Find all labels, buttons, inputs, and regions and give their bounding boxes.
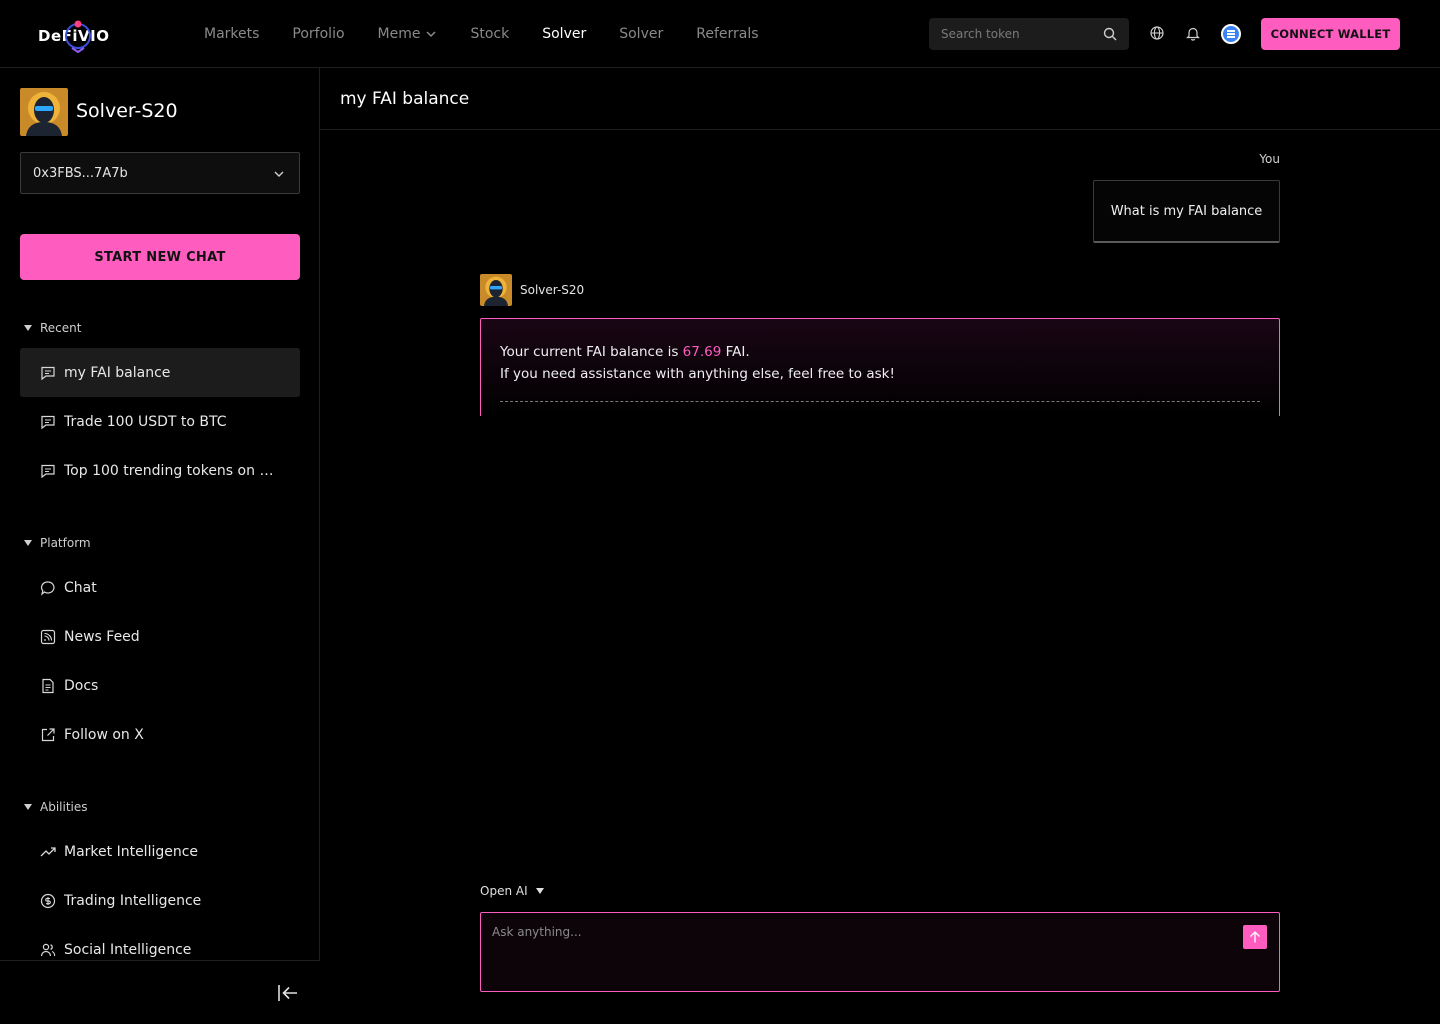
rss-icon (40, 629, 56, 644)
ability-item-market-intelligence[interactable]: Market Intelligence (20, 827, 300, 876)
platform-item-label: Follow on X (64, 726, 144, 743)
caret-down-icon (24, 540, 32, 546)
search-icon[interactable] (1103, 27, 1117, 41)
user-label: You (1259, 152, 1280, 166)
section-label: Abilities (40, 800, 88, 814)
users-icon (40, 943, 56, 956)
nav-solver[interactable]: Solver (542, 26, 586, 42)
logo-mark-icon (65, 20, 91, 54)
bot-avatar (480, 274, 512, 306)
send-button[interactable] (1243, 925, 1267, 949)
chat-icon (40, 580, 55, 596)
wallet-address: 0x3FBS...7A7b (33, 165, 128, 181)
top-nav-bar: DeFiVIO Markets Porfolio Meme Stock Solv… (0, 0, 1440, 68)
bot-message-line: Your current FAI balance is 67.69 FAI. (500, 341, 1260, 363)
platform-item-label: News Feed (64, 628, 140, 645)
recent-chat-item[interactable]: Trade 100 USDT to BTC (20, 397, 300, 446)
connect-wallet-button[interactable]: CONNECT WALLET (1261, 18, 1400, 50)
arrow-up-icon (1250, 931, 1260, 943)
caret-down-icon (535, 888, 544, 894)
platform-section-toggle[interactable]: Platform (24, 536, 91, 550)
document-icon (42, 678, 54, 693)
platform-item-label: Docs (64, 677, 99, 694)
nav-label: Porfolio (292, 26, 345, 42)
agent-name: Solver-S20 (76, 100, 178, 122)
brand-logo[interactable]: DeFiVIO (38, 18, 109, 54)
robot-avatar-icon (20, 88, 68, 136)
start-new-chat-button[interactable]: START NEW CHAT (20, 234, 300, 280)
message-divider (500, 401, 1260, 402)
platform-item-label: Chat (64, 579, 97, 596)
nav-portfolio[interactable]: Porfolio (292, 26, 344, 42)
section-label: Recent (40, 321, 82, 335)
nav-solver-2[interactable]: Solver (619, 26, 663, 42)
agent-avatar (20, 88, 68, 136)
chat-bubble-icon (41, 464, 55, 478)
bot-name: Solver-S20 (520, 283, 585, 297)
recent-chat-label: Top 100 trending tokens on solana (64, 462, 276, 479)
recent-chat-item[interactable]: Top 100 trending tokens on solana (20, 446, 300, 495)
wallet-address-select[interactable]: 0x3FBS...7A7b (20, 152, 300, 194)
chevron-down-icon (426, 31, 437, 38)
message-composer (480, 912, 1280, 992)
globe-icon[interactable] (1150, 26, 1164, 40)
platform-item-news-feed[interactable]: News Feed (20, 612, 300, 661)
chat-bubble-icon (41, 415, 55, 429)
ability-item-label: Trading Intelligence (64, 892, 202, 909)
abilities-section-toggle[interactable]: Abilities (24, 800, 88, 814)
section-label: Platform (40, 536, 91, 550)
user-message: What is my FAI balance (1093, 180, 1280, 243)
nav-label: Solver (542, 26, 587, 42)
platform-item-docs[interactable]: Docs (20, 661, 300, 710)
nav-label: Referrals (696, 26, 759, 42)
main-nav: Markets Porfolio Meme Stock Solver Solve… (204, 0, 792, 68)
search-input[interactable] (941, 18, 1091, 50)
nav-label: Stock (470, 26, 510, 42)
nav-stock[interactable]: Stock (470, 26, 509, 42)
bot-message: Your current FAI balance is 67.69 FAI. I… (480, 318, 1280, 416)
recent-chat-item[interactable]: my FAI balance (20, 348, 300, 397)
search-box (929, 18, 1129, 50)
ability-item-label: Social Intelligence (64, 941, 192, 958)
chat-header: my FAI balance (320, 68, 1440, 130)
chat-title: my FAI balance (340, 89, 470, 109)
dollar-circle-icon (40, 893, 56, 908)
recent-chat-label: Trade 100 USDT to BTC (64, 413, 227, 430)
nav-markets[interactable]: Markets (204, 26, 259, 42)
bot-text: Your current FAI balance is (500, 344, 683, 360)
platform-item-chat[interactable]: Chat (20, 563, 300, 612)
ability-item-label: Market Intelligence (64, 843, 199, 860)
nav-label: Meme (377, 26, 421, 42)
model-label: Open AI (480, 884, 528, 898)
nav-referrals[interactable]: Referrals (696, 26, 758, 42)
caret-down-icon (24, 325, 32, 331)
message-input[interactable] (492, 925, 1222, 981)
bell-icon[interactable] (1186, 26, 1200, 41)
chat-bubble-icon (41, 366, 55, 380)
recent-chat-label: my FAI balance (64, 364, 171, 381)
external-link-icon (41, 727, 55, 741)
nav-label: Markets (204, 26, 260, 42)
account-avatar-icon[interactable] (1221, 24, 1241, 44)
recent-section-toggle[interactable]: Recent (24, 321, 81, 335)
robot-avatar-icon (480, 274, 512, 306)
bot-message-line: If you need assistance with anything els… (500, 366, 895, 382)
ability-item-trading-intelligence[interactable]: Trading Intelligence (20, 876, 300, 925)
caret-down-icon (24, 804, 32, 810)
trending-up-icon (40, 846, 56, 856)
sidebar: Solver-S20 0x3FBS...7A7b START NEW CHAT … (0, 68, 320, 1024)
balance-value: 67.69 (682, 344, 722, 360)
sidebar-footer (0, 960, 320, 1024)
collapse-sidebar-icon[interactable] (276, 981, 300, 1005)
model-selector[interactable]: Open AI (480, 884, 544, 898)
platform-item-follow-x[interactable]: Follow on X (20, 710, 300, 759)
nav-label: Solver (619, 26, 664, 42)
nav-meme[interactable]: Meme (378, 26, 438, 42)
chevron-down-icon (274, 171, 284, 177)
bot-text: FAI. (721, 344, 750, 360)
